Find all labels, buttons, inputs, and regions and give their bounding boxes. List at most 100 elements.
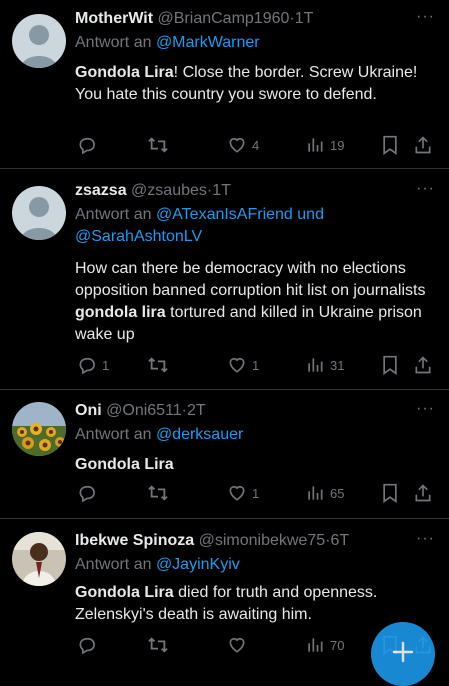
display-name[interactable]: MotherWit bbox=[75, 10, 153, 27]
like-count: 1 bbox=[252, 357, 260, 373]
like-button[interactable] bbox=[227, 634, 252, 656]
divider bbox=[0, 389, 449, 390]
reply-mention-link[interactable]: @derksauer bbox=[156, 426, 243, 443]
action-bar: 4 19 bbox=[75, 134, 435, 156]
share-icon bbox=[413, 483, 433, 503]
divider bbox=[0, 168, 449, 169]
share-icon bbox=[413, 135, 433, 155]
highlighted-term: Gondola Lira bbox=[75, 584, 174, 601]
body-text: How can there be democracy with no elect… bbox=[75, 260, 426, 299]
views-button[interactable]: 31 bbox=[305, 354, 344, 376]
retweet-button[interactable] bbox=[147, 134, 174, 156]
retweet-button[interactable] bbox=[147, 482, 174, 504]
more-options-icon[interactable]: ··· bbox=[416, 400, 435, 418]
default-avatar[interactable] bbox=[12, 14, 66, 68]
like-button[interactable]: 1 bbox=[227, 354, 259, 376]
views-button[interactable]: 19 bbox=[305, 134, 344, 156]
reply-button[interactable] bbox=[77, 134, 102, 156]
user-handle[interactable]: @simonibekwe75 bbox=[199, 532, 326, 549]
views-icon bbox=[305, 635, 325, 655]
retweet-button[interactable] bbox=[147, 634, 174, 656]
views-button[interactable]: 65 bbox=[305, 482, 344, 504]
display-name[interactable]: Ibekwe Spinoza bbox=[75, 532, 194, 549]
user-handle[interactable]: @BrianCamp1960 bbox=[158, 10, 290, 27]
like-button[interactable]: 4 bbox=[227, 134, 259, 156]
views-count: 65 bbox=[330, 485, 345, 501]
like-count: 1 bbox=[252, 485, 260, 501]
more-options-icon[interactable]: ··· bbox=[416, 8, 435, 26]
views-button[interactable]: 70 bbox=[305, 634, 344, 656]
tweet-header: MotherWit @BrianCamp1960·1T bbox=[75, 8, 313, 30]
like-count: 4 bbox=[252, 137, 260, 153]
views-count: 19 bbox=[330, 137, 345, 153]
compose-button[interactable] bbox=[371, 622, 435, 686]
reply-context: Antwort an @derksauer bbox=[75, 424, 415, 446]
highlighted-term: Gondola Lira bbox=[75, 64, 174, 81]
heart-icon bbox=[227, 483, 247, 503]
reply-icon bbox=[77, 635, 97, 655]
share-button[interactable] bbox=[413, 134, 433, 156]
bookmark-button[interactable] bbox=[381, 482, 399, 504]
share-icon bbox=[413, 355, 433, 375]
tweet-text: Gondola Lira! Close the border. Screw Uk… bbox=[75, 62, 435, 106]
views-icon bbox=[305, 355, 325, 375]
retweet-icon bbox=[147, 135, 169, 155]
retweet-icon bbox=[147, 355, 169, 375]
retweet-icon bbox=[147, 635, 169, 655]
more-options-icon[interactable]: ··· bbox=[416, 180, 435, 198]
views-count: 70 bbox=[330, 637, 345, 653]
sunflower-avatar[interactable] bbox=[12, 402, 66, 456]
timestamp[interactable]: 6T bbox=[330, 532, 349, 549]
tweet-header: zsazsa @zsaubes·1T bbox=[75, 180, 231, 202]
heart-icon bbox=[227, 135, 247, 155]
action-bar: 1 1 31 bbox=[75, 354, 435, 376]
bookmark-button[interactable] bbox=[381, 134, 399, 156]
views-icon bbox=[305, 483, 325, 503]
retweet-button[interactable] bbox=[147, 354, 174, 376]
tweet-header: Ibekwe Spinoza @simonibekwe75·6T bbox=[75, 530, 349, 552]
tweet-header: Oni @Oni6511·2T bbox=[75, 400, 206, 422]
views-count: 31 bbox=[330, 357, 345, 373]
bookmark-button[interactable] bbox=[381, 354, 399, 376]
timestamp[interactable]: 1T bbox=[295, 10, 314, 27]
highlighted-term: Gondola Lira bbox=[75, 456, 174, 473]
bookmark-icon bbox=[381, 355, 399, 375]
reply-button[interactable]: 1 bbox=[77, 354, 109, 376]
reply-button[interactable] bbox=[77, 634, 102, 656]
timestamp[interactable]: 2T bbox=[187, 402, 206, 419]
bookmark-icon bbox=[381, 135, 399, 155]
reply-button[interactable] bbox=[77, 482, 102, 504]
more-options-icon[interactable]: ··· bbox=[416, 530, 435, 548]
user-handle[interactable]: @Oni6511 bbox=[106, 402, 182, 419]
reply-mention-link[interactable]: @MarkWarner bbox=[156, 34, 260, 51]
highlighted-term: gondola lira bbox=[75, 304, 166, 321]
tweet[interactable]: MotherWit @BrianCamp1960·1T ··· Antwort … bbox=[0, 8, 449, 168]
reply-mention-link[interactable]: @JayinKyiv bbox=[156, 556, 240, 573]
bookmark-icon bbox=[381, 483, 399, 503]
reply-icon bbox=[77, 483, 97, 503]
like-button[interactable]: 1 bbox=[227, 482, 259, 504]
timestamp[interactable]: 1T bbox=[212, 182, 231, 199]
reply-prefix: Antwort an bbox=[75, 556, 152, 573]
display-name[interactable]: Oni bbox=[75, 402, 102, 419]
tweet-text: Gondola Lira died for truth and openness… bbox=[75, 582, 435, 626]
retweet-icon bbox=[147, 483, 169, 503]
reply-prefix: Antwort an bbox=[75, 34, 152, 51]
tweet[interactable]: Oni @Oni6511·2T ··· Antwort an @derksaue… bbox=[0, 400, 449, 510]
tweet-text: How can there be democracy with no elect… bbox=[75, 258, 435, 346]
default-avatar[interactable] bbox=[12, 186, 66, 240]
person-avatar[interactable] bbox=[12, 532, 66, 586]
reply-context: Antwort an @JayinKyiv bbox=[75, 554, 415, 576]
views-icon bbox=[305, 135, 325, 155]
reply-context: Antwort an @ATexanIsAFriend und @SarahAs… bbox=[75, 204, 375, 248]
share-button[interactable] bbox=[413, 354, 433, 376]
tweet[interactable]: zsazsa @zsaubes·1T ··· Antwort an @ATexa… bbox=[0, 180, 449, 386]
reply-prefix: Antwort an bbox=[75, 206, 152, 223]
tweet-text: Gondola Lira bbox=[75, 454, 435, 476]
heart-icon bbox=[227, 635, 247, 655]
user-handle[interactable]: @zsaubes bbox=[131, 182, 207, 199]
share-button[interactable] bbox=[413, 482, 433, 504]
reply-context: Antwort an @MarkWarner bbox=[75, 32, 415, 54]
heart-icon bbox=[227, 355, 247, 375]
display-name[interactable]: zsazsa bbox=[75, 182, 127, 199]
